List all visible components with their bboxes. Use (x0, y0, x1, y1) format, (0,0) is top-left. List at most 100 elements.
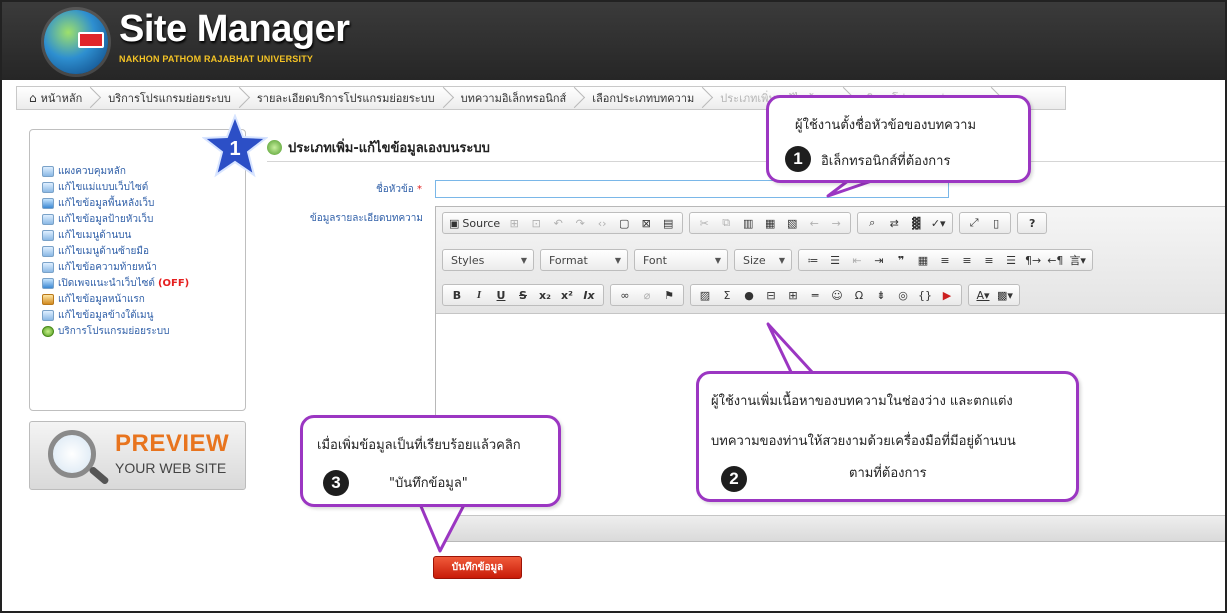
spellcheck-icon[interactable]: ✓▾ (928, 214, 948, 232)
pagebreak-icon[interactable]: ⇟ (871, 286, 891, 304)
toolbar-group-paragraph: ≔ ☰ ⇤ ⇥ ❞ ▦ ≡ ≡ ≡ ☰ ¶→ ←¶ 言▾ (798, 249, 1093, 271)
flash-icon[interactable]: ● (739, 286, 759, 304)
select-all-icon[interactable]: ▓ (906, 214, 926, 232)
blockquote-icon[interactable]: ❞ (891, 251, 911, 269)
sidebar-item-label: แก้ไขข้อความท้ายหน้า (58, 261, 157, 273)
format-dropdown[interactable]: Format ▼ (540, 249, 628, 271)
bulleted-list-icon[interactable]: ☰ (825, 251, 845, 269)
sidebar-item-label: แก้ไขเมนูด้านซ้ายมือ (58, 245, 150, 257)
align-center-icon[interactable]: ≡ (957, 251, 977, 269)
text-color-icon[interactable]: A▾ (973, 286, 993, 304)
sidebar-item-background[interactable]: แก้ไขข้อมูลพื้นหลังเว็บ (42, 195, 189, 211)
save-icon[interactable]: ⊞ (504, 214, 524, 232)
callout-1-line-2: อิเล็กทรอนิกส์ที่ต้องการ (821, 154, 951, 169)
undo-icon[interactable]: ↶ (548, 214, 568, 232)
source-label: Source (462, 216, 501, 230)
home-icon (42, 293, 54, 305)
sidebar-item-intro-page[interactable]: เปิดเพจแนะนำเว็บไซต์ (OFF) (42, 275, 189, 291)
flag-logo-icon (78, 32, 104, 48)
callout-1: ผู้ใช้งานตั้งชื่อหัวข้อของบทความ 1 อิเล็… (766, 95, 1031, 183)
align-left-icon[interactable]: ≡ (935, 251, 955, 269)
size-dropdown[interactable]: Size ▼ (734, 249, 792, 271)
bold-icon[interactable]: B (447, 286, 467, 304)
rtl-icon[interactable]: ←¶ (1045, 251, 1065, 269)
youtube-icon[interactable]: ▶ (937, 286, 957, 304)
font-dropdown[interactable]: Font ▼ (634, 249, 728, 271)
underline-icon[interactable]: U (491, 286, 511, 304)
step-number-2: 2 (721, 466, 747, 492)
styles-dropdown[interactable]: Styles ▼ (442, 249, 534, 271)
sidebar-item-label: แก้ไขข้อมูลป้ายหัวเว็บ (58, 213, 154, 225)
globe-icon (267, 140, 282, 155)
print-icon[interactable]: ▤ (658, 214, 678, 232)
bg-color-icon[interactable]: ▩▾ (995, 286, 1015, 304)
justify-icon[interactable]: ☰ (1001, 251, 1021, 269)
unlink-icon[interactable]: ⌀ (637, 286, 657, 304)
templates-icon[interactable]: ⊡ (526, 214, 546, 232)
sidebar-item-banner[interactable]: แก้ไขข้อมูลป้ายหัวเว็บ (42, 211, 189, 227)
breadcrumb-item[interactable]: บทความอิเล็กทรอนิกส์ (449, 87, 581, 109)
sidebar-item-label: เปิดเพจแนะนำเว็บไซต์ (58, 277, 155, 289)
replace-icon[interactable]: ⇄ (884, 214, 904, 232)
language-icon[interactable]: 言▾ (1067, 251, 1088, 269)
background-icon (42, 197, 54, 209)
sidebar-item-label: แก้ไขแม่แบบเว็บไซต์ (58, 181, 149, 193)
source-button[interactable]: ▣ Source (447, 214, 502, 232)
special-char-icon[interactable]: Ω (849, 286, 869, 304)
smiley-icon[interactable]: ☺ (827, 286, 847, 304)
paste-word-icon[interactable]: ▧ (782, 214, 802, 232)
outdent-icon[interactable]: ⇤ (847, 251, 867, 269)
numbered-list-icon[interactable]: ≔ (803, 251, 823, 269)
breadcrumb-item[interactable]: เลือกประเภทบทความ (580, 87, 708, 109)
help-icon[interactable]: ? (1022, 214, 1042, 232)
cut-icon[interactable]: ✂ (694, 214, 714, 232)
image-icon[interactable]: ▨ (695, 286, 715, 304)
sidebar-item-home[interactable]: แก้ไขข้อมูลหน้าแรก (42, 291, 189, 307)
breadcrumb-item[interactable]: บริการโปรแกรมย่อยระบบ (96, 87, 245, 109)
preview-icon[interactable]: ⊠ (636, 214, 656, 232)
step-number-1: 1 (785, 146, 811, 172)
save-button[interactable]: บันทึกข้อมูล (433, 556, 522, 579)
redo-edit-icon[interactable]: → (826, 214, 846, 232)
sidebar-item-under-menu[interactable]: แก้ไขข้อมูลข้างใต้เมนู (42, 307, 189, 323)
chevron-down-icon: ▼ (778, 255, 785, 265)
code-icon[interactable]: ‹› (592, 214, 612, 232)
breadcrumb-home[interactable]: ⌂ หน้าหลัก (17, 87, 96, 109)
remove-format-icon[interactable]: Ix (579, 286, 599, 304)
iframe-icon[interactable]: ⊟ (761, 286, 781, 304)
align-right-icon[interactable]: ≡ (979, 251, 999, 269)
new-page-icon[interactable]: ▢ (614, 214, 634, 232)
math-icon[interactable]: Σ (717, 286, 737, 304)
hline-icon[interactable]: ═ (805, 286, 825, 304)
code-snippet-icon[interactable]: {} (915, 286, 935, 304)
find-icon[interactable]: ⌕ (862, 214, 882, 232)
table-icon[interactable]: ⊞ (783, 286, 803, 304)
chevron-down-icon: ▼ (614, 255, 621, 265)
div-container-icon[interactable]: ▦ (913, 251, 933, 269)
preview-website-button[interactable]: PREVIEW YOUR WEB SITE (29, 421, 246, 490)
sidebar-item-left-menu[interactable]: แก้ไขเมนูด้านซ้ายมือ (42, 243, 189, 259)
indent-icon[interactable]: ⇥ (869, 251, 889, 269)
paste-text-icon[interactable]: ▦ (760, 214, 780, 232)
italic-icon[interactable]: I (469, 286, 489, 304)
sidebar-item-top-menu[interactable]: แก้ไขเมนูด้านบน (42, 227, 189, 243)
sidebar-item-dashboard[interactable]: แผงควบคุมหลัก (42, 163, 189, 179)
sidebar-item-subprogram[interactable]: บริการโปรแกรมย่อยระบบ (42, 323, 189, 339)
redo-icon[interactable]: ↷ (570, 214, 590, 232)
copy-icon[interactable]: ⧉ (716, 214, 736, 232)
footer-icon (42, 261, 54, 273)
sidebar-item-footer[interactable]: แก้ไขข้อความท้ายหน้า (42, 259, 189, 275)
show-blocks-icon[interactable]: ▯ (986, 214, 1006, 232)
maximize-icon[interactable]: ⤢ (964, 214, 984, 232)
strike-icon[interactable]: S (513, 286, 533, 304)
anchor-icon[interactable]: ⚑ (659, 286, 679, 304)
subscript-icon[interactable]: x₂ (535, 286, 555, 304)
superscript-icon[interactable]: x² (557, 286, 577, 304)
paste-icon[interactable]: ▥ (738, 214, 758, 232)
undo-edit-icon[interactable]: ← (804, 214, 824, 232)
ltr-icon[interactable]: ¶→ (1023, 251, 1043, 269)
sidebar-item-template[interactable]: แก้ไขแม่แบบเว็บไซต์ (42, 179, 189, 195)
google-icon[interactable]: ◎ (893, 286, 913, 304)
link-icon[interactable]: ∞ (615, 286, 635, 304)
breadcrumb-item[interactable]: รายละเอียดบริการโปรแกรมย่อยระบบ (245, 87, 449, 109)
